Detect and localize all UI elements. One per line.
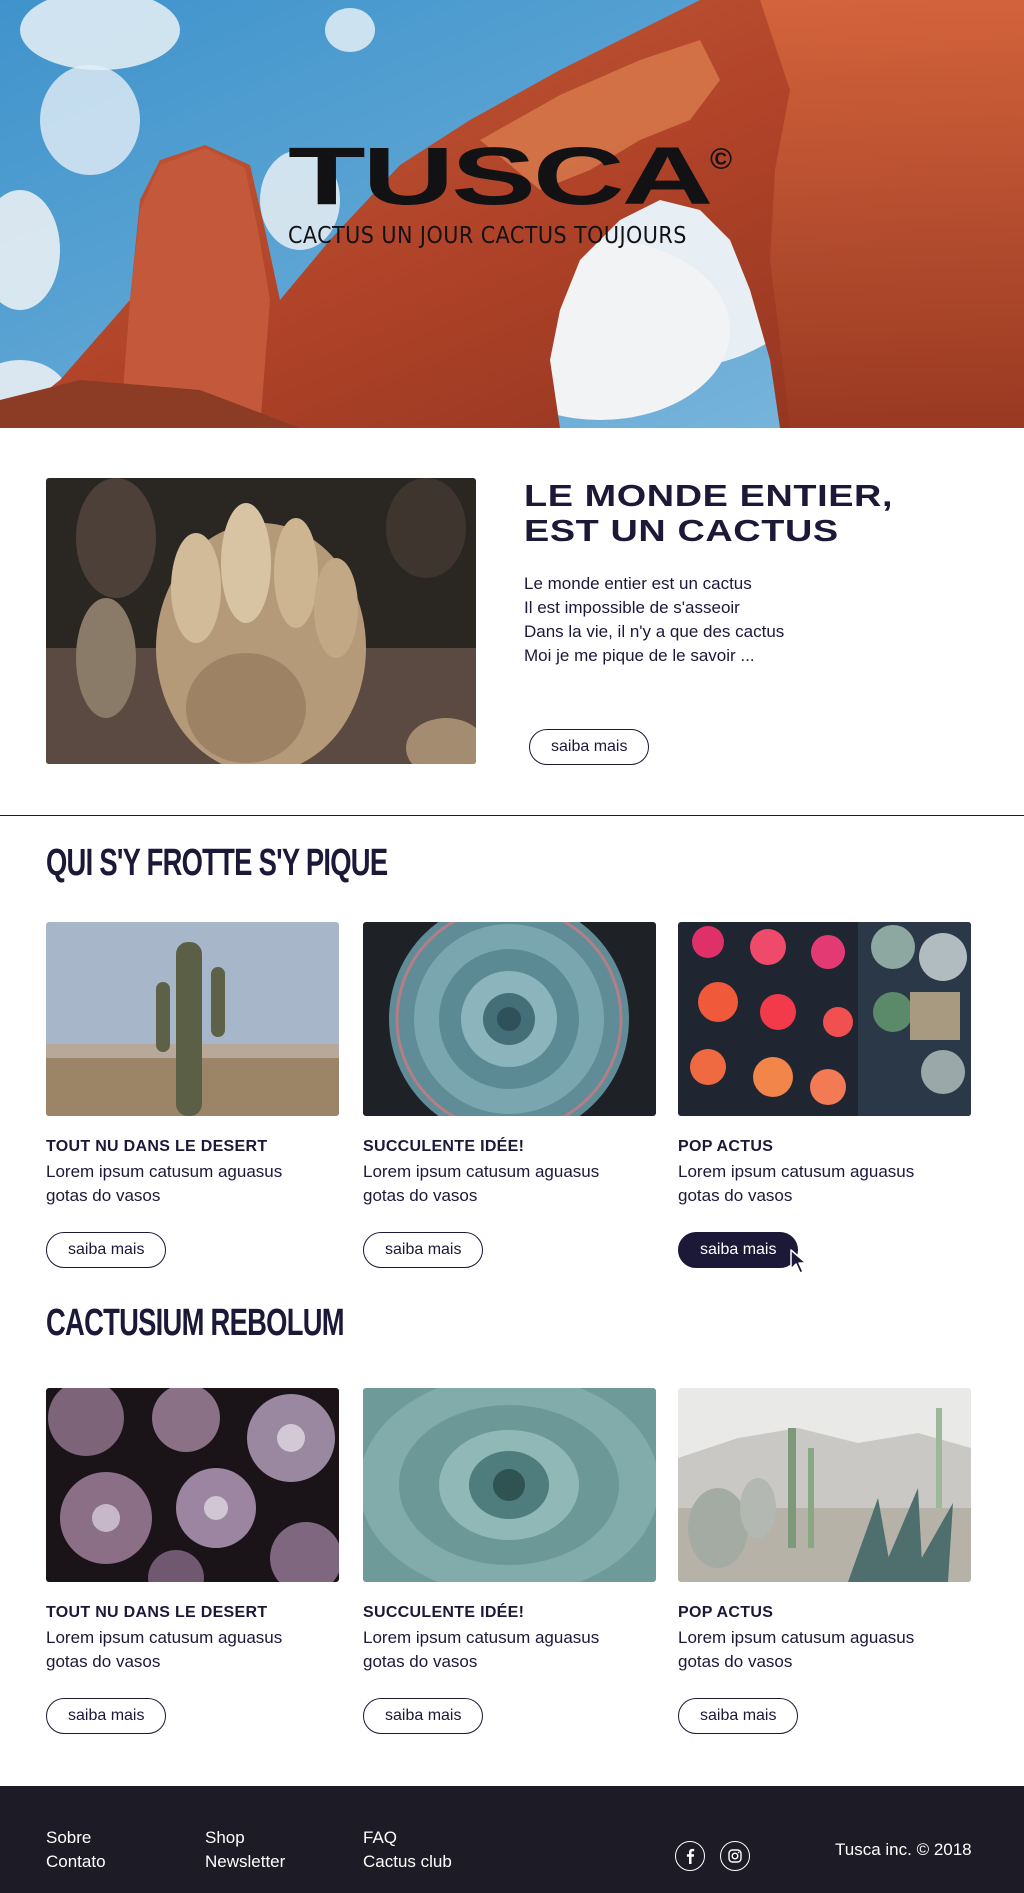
product-card: POP ACTUS Lorem ipsum catusum aguasus go… [678,922,971,1268]
footer-links-col1: Sobre Contato [46,1826,106,1874]
instagram-icon[interactable] [720,1841,750,1871]
intro-saiba-mais-button[interactable]: saiba mais [529,729,650,765]
product-card: POP ACTUS Lorem ipsum catusum aguasus go… [678,1388,971,1734]
saiba-mais-button[interactable]: saiba mais [678,1232,799,1268]
card-title: POP ACTUS [678,1604,774,1621]
section-qui-sy-frotte: QUI S'Y FROTTE S'Y PIQUE TOUT NU DANS LE… [0,816,1024,1286]
saiba-mais-button[interactable]: saiba mais [46,1698,167,1734]
footer-links-col2: Shop Newsletter [205,1826,285,1874]
footer-link-contato[interactable]: Contato [46,1852,106,1871]
product-card: SUCCULENTE IDÉE! Lorem ipsum catusum agu… [363,1388,656,1734]
footer-link-newsletter[interactable]: Newsletter [205,1852,285,1871]
footer-link-sobre[interactable]: Sobre [46,1828,91,1847]
product-card: TOUT NU DANS LE DESERT Lorem ipsum catus… [46,922,339,1268]
card-title: SUCCULENTE IDÉE! [363,1138,525,1155]
footer-link-faq[interactable]: FAQ [363,1828,397,1847]
section2-title: CACTUSIUM REBOLUM [46,1302,345,1344]
saiba-mais-button[interactable]: saiba mais [46,1232,167,1268]
cholla-cactus-image [46,478,476,764]
copyright-mark: © [710,143,733,176]
card-title: TOUT NU DANS LE DESERT [46,1604,268,1621]
card-title: SUCCULENTE IDÉE! [363,1604,525,1621]
footer-links-col3: FAQ Cactus club [363,1826,452,1874]
product-card: TOUT NU DANS LE DESERT Lorem ipsum catus… [46,1388,339,1734]
card-title: POP ACTUS [678,1138,774,1155]
section-cactusium-rebolum: CACTUSIUM REBOLUM TOUT NU DANS LE DESERT… [0,1286,1024,1786]
footer-copyright: Tusca inc. © 2018 [835,1840,972,1859]
facebook-icon[interactable] [675,1841,705,1871]
saiba-mais-button[interactable]: saiba mais [363,1698,484,1734]
hero-banner: TUSCA © CACTUS UN JOUR CACTUS TOUJOURS [0,0,1024,428]
footer: Sobre Contato Shop Newsletter FAQ Cactus… [0,1786,1024,1893]
card-description: Lorem ipsum catusum aguasus gotas do vas… [46,1628,283,1671]
card-description: Lorem ipsum catusum aguasus gotas do vas… [46,1162,283,1205]
agave-image [363,1388,656,1582]
product-card: SUCCULENTE IDÉE! Lorem ipsum catusum agu… [363,922,656,1268]
intro-line: Il est impossible de s'asseoir [524,598,740,617]
hero-brand: TUSCA © CACTUS UN JOUR CACTUS TOUJOURS [288,131,748,250]
mouse-cursor-icon [790,1249,807,1274]
desert-plants-image [678,1388,971,1582]
saguaro-cactus-image [46,922,339,1116]
section1-title: QUI S'Y FROTTE S'Y PIQUE [46,842,388,884]
intro-line: Le monde entier est un cactus [524,574,752,593]
colorful-cacti-image [678,922,971,1116]
intro-section: LE MONDE ENTIER, EST UN CACTUS Le monde … [0,428,1024,816]
intro-text: Le monde entier est un cactus Il est imp… [524,572,784,668]
card-description: Lorem ipsum catusum aguasus gotas do vas… [363,1162,600,1205]
intro-title: LE MONDE ENTIER, EST UN CACTUS [524,478,894,548]
card-description: Lorem ipsum catusum aguasus gotas do vas… [678,1162,915,1205]
purple-succulents-image [46,1388,339,1582]
footer-link-shop[interactable]: Shop [205,1828,245,1847]
footer-link-cactus-club[interactable]: Cactus club [363,1852,452,1871]
intro-line: Dans la vie, il n'y a que des cactus [524,622,785,641]
card-description: Lorem ipsum catusum aguasus gotas do vas… [363,1628,600,1671]
saiba-mais-button[interactable]: saiba mais [678,1698,799,1734]
logo-wordmark: TUSCA [288,131,713,222]
card-description: Lorem ipsum catusum aguasus gotas do vas… [678,1628,915,1671]
intro-line: Moi je me pique de le savoir ... [524,646,755,665]
succulent-rosette-image [363,922,656,1116]
hero-tagline: CACTUS UN JOUR CACTUS TOUJOURS [288,223,687,249]
card-title: TOUT NU DANS LE DESERT [46,1138,268,1155]
saiba-mais-button[interactable]: saiba mais [363,1232,484,1268]
